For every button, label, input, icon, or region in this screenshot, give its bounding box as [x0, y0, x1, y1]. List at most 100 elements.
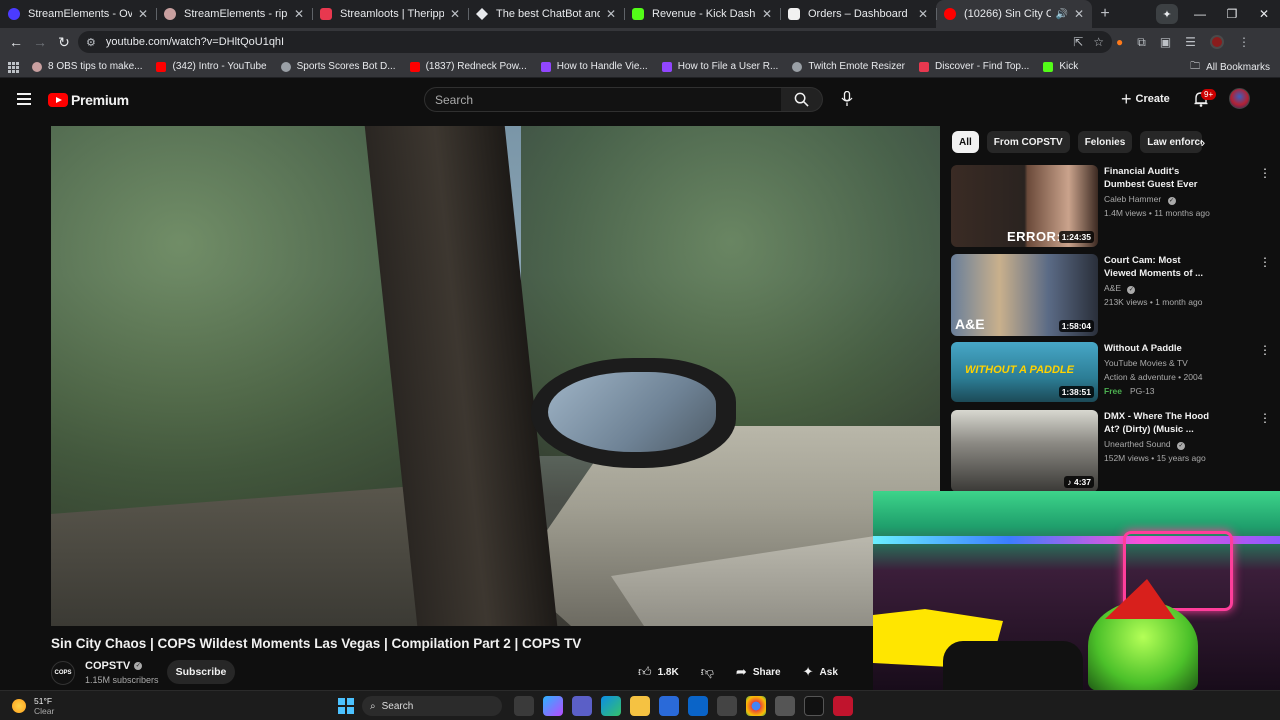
recommended-video[interactable]: A&E 1:58:04 Court Cam: Most Viewed Momen… [951, 254, 1241, 338]
browser-tab-active[interactable]: (10266) Sin City Chaos | CO🔊✕ [936, 0, 1092, 28]
account-avatar[interactable] [1229, 88, 1250, 109]
bookmark-item[interactable]: Kick [1043, 61, 1078, 72]
channel-name[interactable]: COPSTV ✓ [85, 660, 143, 672]
share-button[interactable]: ➦ Share [728, 660, 789, 684]
youtube-premium-logo[interactable]: Premium [48, 92, 129, 108]
verified-badge-icon: ✓ [1177, 442, 1186, 450]
more-actions-icon[interactable]: ⋮ [1259, 343, 1271, 357]
close-tab-icon[interactable]: ✕ [918, 7, 928, 21]
chevron-right-icon[interactable]: › [1194, 131, 1212, 153]
close-tab-icon[interactable]: ✕ [450, 7, 460, 21]
bookmark-item[interactable]: Sports Scores Bot D... [280, 61, 396, 72]
taskbar-search[interactable]: ⌕ Search [362, 696, 502, 716]
app-icon[interactable] [717, 696, 737, 716]
video-thumbnail: A&E 1:58:04 [951, 254, 1098, 336]
chip-from-channel[interactable]: From COPSTV [986, 131, 1070, 153]
store-icon[interactable] [659, 696, 679, 716]
edge-icon[interactable] [601, 696, 621, 716]
bookmark-favicon-icon [32, 61, 42, 72]
back-icon[interactable]: ← [4, 34, 28, 50]
weather-widget[interactable]: 51°F Clear [12, 696, 54, 716]
address-bar[interactable]: ⚙ youtube.com/watch?v=DHltQoU1qhI ⇱ ☆ [78, 31, 1112, 53]
recommended-channel: A&E [1104, 283, 1122, 293]
recommended-meta: Action & adventure • 2004 [1104, 372, 1203, 382]
forward-icon[interactable]: → [28, 34, 52, 50]
search-input[interactable]: Search [424, 87, 782, 112]
close-tab-icon[interactable]: ✕ [1074, 7, 1084, 21]
browser-tab[interactable]: Revenue - Kick Dashboard✕ [624, 0, 780, 28]
like-button[interactable]: 👍︎ 1.8K [630, 660, 687, 684]
outlook-icon[interactable] [688, 696, 708, 716]
side-panel-icon[interactable]: ▣ [1160, 35, 1171, 49]
speaker-icon[interactable]: 🔊 [1055, 9, 1067, 20]
youtube-favicon-icon [409, 61, 420, 72]
copilot-icon[interactable] [543, 696, 563, 716]
bookmark-star-icon[interactable]: ☆ [1093, 35, 1104, 49]
extension-icon[interactable]: ● [1116, 35, 1123, 49]
apps-grid-icon[interactable] [8, 61, 19, 73]
voice-search-button[interactable] [836, 88, 858, 110]
app-icon[interactable] [833, 696, 853, 716]
extensions-puzzle-icon[interactable]: ⧉ [1137, 35, 1146, 50]
streamloots-favicon-icon [919, 61, 930, 72]
bookmark-item[interactable]: How to Handle Vie... [540, 61, 648, 72]
browser-tab[interactable]: Orders – Dashboard ✕ [780, 0, 936, 28]
chatbot-favicon-icon [476, 8, 488, 20]
channel-avatar[interactable]: COPS [51, 661, 75, 685]
browser-tab[interactable]: StreamElements - Overlays✕ [0, 0, 156, 28]
site-info-icon[interactable]: ⚙ [86, 36, 96, 49]
hamburger-menu-icon[interactable] [17, 93, 31, 105]
close-tab-icon[interactable]: ✕ [138, 7, 148, 21]
ask-button[interactable]: ✦ Ask [795, 660, 846, 684]
media-controls-icon[interactable]: ☰ [1185, 35, 1196, 49]
bookmark-item[interactable]: (342) Intro - YouTube [156, 61, 267, 72]
file-explorer-icon[interactable] [630, 696, 650, 716]
url-text: youtube.com/watch?v=DHltQoU1qhI [105, 36, 285, 48]
task-view-icon[interactable] [514, 696, 534, 716]
close-window-icon[interactable]: ✕ [1248, 7, 1280, 21]
kick-favicon-icon [632, 8, 644, 20]
browser-tab[interactable]: The best ChatBot and Widgets✕ [468, 0, 624, 28]
bookmark-item[interactable]: Discover - Find Top... [919, 61, 1029, 72]
video-player[interactable] [51, 126, 940, 626]
reload-icon[interactable]: ↻ [52, 34, 76, 51]
recommended-video[interactable]: ♪ 4:37 DMX - Where The Hood At? (Dirty) … [951, 410, 1241, 494]
bookmark-item[interactable]: Twitch Emote Resizer [792, 61, 905, 72]
tab-search-icon[interactable]: ✦ [1156, 4, 1178, 24]
search-button[interactable] [781, 87, 823, 112]
video-thumbnail: WITHOUT A PADDLE 1:38:51 [951, 342, 1098, 402]
restore-icon[interactable]: ❐ [1216, 7, 1248, 21]
bookmark-item[interactable]: How to File a User R... [661, 61, 778, 72]
subscribe-button[interactable]: Subscribe [167, 660, 235, 684]
profile-avatar[interactable] [1209, 35, 1224, 49]
menu-kebab-icon[interactable]: ⋮ [1238, 35, 1250, 49]
chip-felonies[interactable]: Felonies [1077, 131, 1133, 153]
sun-icon [12, 699, 26, 713]
terminal-icon[interactable] [804, 696, 824, 716]
browser-tab[interactable]: Streamloots | Therippedredne✕ [312, 0, 468, 28]
install-app-icon[interactable]: ⇱ [1073, 35, 1083, 49]
close-tab-icon[interactable]: ✕ [606, 7, 616, 21]
more-actions-icon[interactable]: ⋮ [1259, 166, 1271, 180]
bookmark-item[interactable]: (1837) Redneck Pow... [409, 61, 527, 72]
start-button[interactable] [338, 698, 354, 714]
new-tab-button[interactable]: + [1092, 0, 1118, 28]
teams-icon[interactable] [572, 696, 592, 716]
recommended-video[interactable]: ERROR: 1:24:35 Financial Audit's Dumbest… [951, 165, 1241, 249]
duration-badge: ♪ 4:37 [1064, 476, 1094, 488]
close-tab-icon[interactable]: ✕ [762, 7, 772, 21]
app-icon[interactable] [775, 696, 795, 716]
minimize-icon[interactable]: — [1184, 7, 1216, 21]
chip-all[interactable]: All [952, 131, 979, 153]
more-actions-icon[interactable]: ⋮ [1259, 255, 1271, 269]
bookmark-item[interactable]: 8 OBS tips to make... [32, 61, 142, 72]
chrome-icon[interactable] [746, 696, 766, 716]
create-button[interactable]: + Create [1121, 88, 1170, 110]
chip-law-enforcement[interactable]: Law enforcement [1140, 131, 1203, 153]
close-tab-icon[interactable]: ✕ [294, 7, 304, 21]
dislike-button[interactable]: 👎︎ [693, 660, 722, 684]
browser-tab[interactable]: StreamElements - rippedredne✕ [156, 0, 312, 28]
all-bookmarks-button[interactable]: 🗀 All Bookmarks [1190, 56, 1270, 78]
more-actions-icon[interactable]: ⋮ [1259, 411, 1271, 425]
twitch-favicon-icon [540, 61, 551, 72]
